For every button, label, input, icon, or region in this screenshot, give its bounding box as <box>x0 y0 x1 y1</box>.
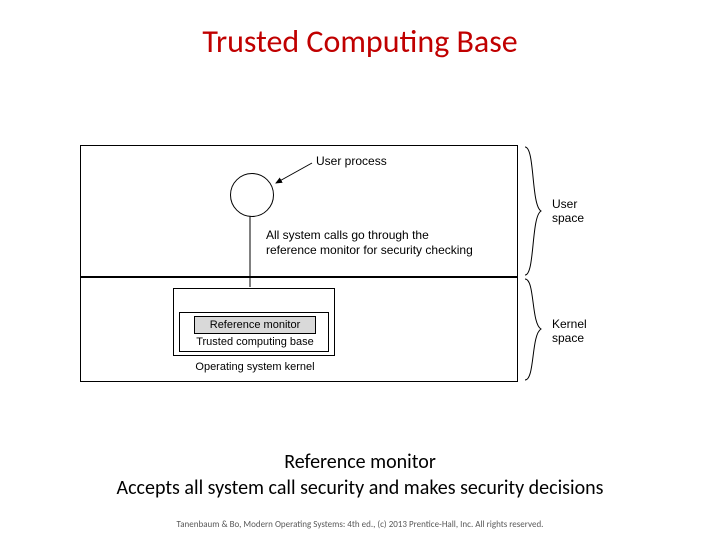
kernel-space-label-2: space <box>552 331 584 345</box>
tcb-label: Trusted computing base <box>180 336 330 348</box>
os-kernel-box: Reference monitor Trusted computing base… <box>173 288 335 356</box>
brace-kernel-space <box>523 277 545 382</box>
kernel-space-box: Reference monitor Trusted computing base… <box>80 277 518 382</box>
user-space-label-2: space <box>552 211 584 225</box>
caption-line-2: Accepts all system call security and mak… <box>0 476 720 500</box>
copyright-footer: Tanenbaum & Bo, Modern Operating Systems… <box>0 519 720 530</box>
caption-line-1: Reference monitor <box>0 450 720 474</box>
reference-monitor-box: Reference monitor <box>194 316 316 334</box>
tcb-diagram: Reference monitor Trusted computing base… <box>80 145 645 395</box>
user-process-circle <box>230 173 274 217</box>
user-space-label-1: User <box>552 197 577 211</box>
brace-user-space <box>523 145 545 277</box>
tcb-box: Reference monitor Trusted computing base <box>179 312 329 352</box>
user-process-label: User process <box>316 154 387 168</box>
user-space-box <box>80 145 518 277</box>
os-kernel-label: Operating system kernel <box>174 357 336 373</box>
slide-title: Trusted Computing Base <box>0 0 720 61</box>
arrow-caption-1: All system calls go through the <box>266 228 429 242</box>
arrow-caption-2: reference monitor for security checking <box>266 243 473 257</box>
kernel-space-label-1: Kernel <box>552 317 587 331</box>
